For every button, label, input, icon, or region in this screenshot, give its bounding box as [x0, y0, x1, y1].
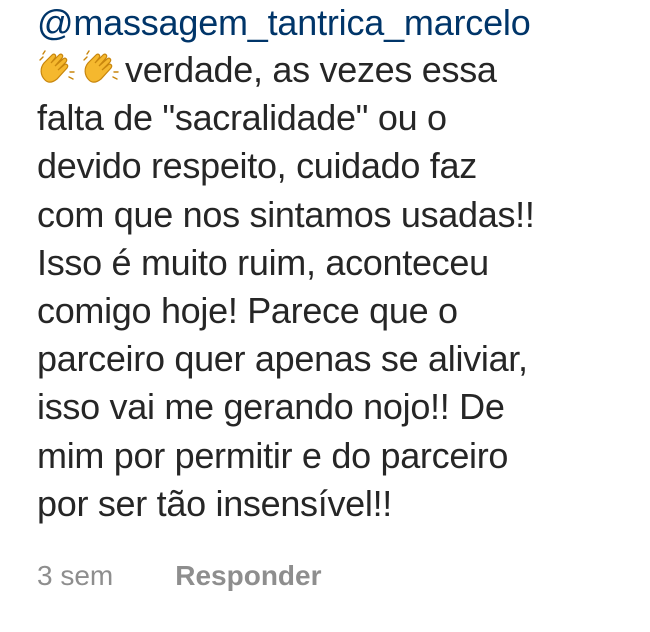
comment-timestamp: 3 sem: [37, 560, 114, 591]
comment-line: parceiro quer apenas se aliviar,: [37, 338, 528, 380]
comment-meta: 3 sem Responder: [37, 560, 322, 592]
reply-button[interactable]: Responder: [175, 560, 321, 592]
mention-link[interactable]: @massagem_tantrica_marcelo: [37, 2, 645, 46]
clapping-hands-icon: [83, 50, 119, 83]
comment-line: verdade, as vezes essa: [37, 46, 645, 94]
comment-line: comigo hoje! Parece que o: [37, 290, 458, 332]
comment-line: Isso é muito ruim, aconteceu: [37, 241, 489, 283]
comment-text: verdade, as vezes essa falta de "sacrali…: [37, 46, 645, 528]
comment-line: com que nos sintamos usadas!!: [37, 193, 535, 235]
comment-line-text: verdade, as vezes essa: [125, 49, 497, 90]
comment-line: por ser tão insensível!!: [37, 482, 392, 524]
comment-line: mim por permitir e do parceiro: [37, 434, 509, 476]
comment-line: falta de "sacralidade" ou o: [37, 97, 447, 139]
comment-line: isso vai me gerando nojo!! De: [37, 386, 505, 428]
comment-line: devido respeito, cuidado faz: [37, 145, 477, 187]
clapping-hands-icon: [39, 50, 75, 83]
comment: @massagem_tantrica_marcelo verdade, as v…: [37, 0, 645, 528]
